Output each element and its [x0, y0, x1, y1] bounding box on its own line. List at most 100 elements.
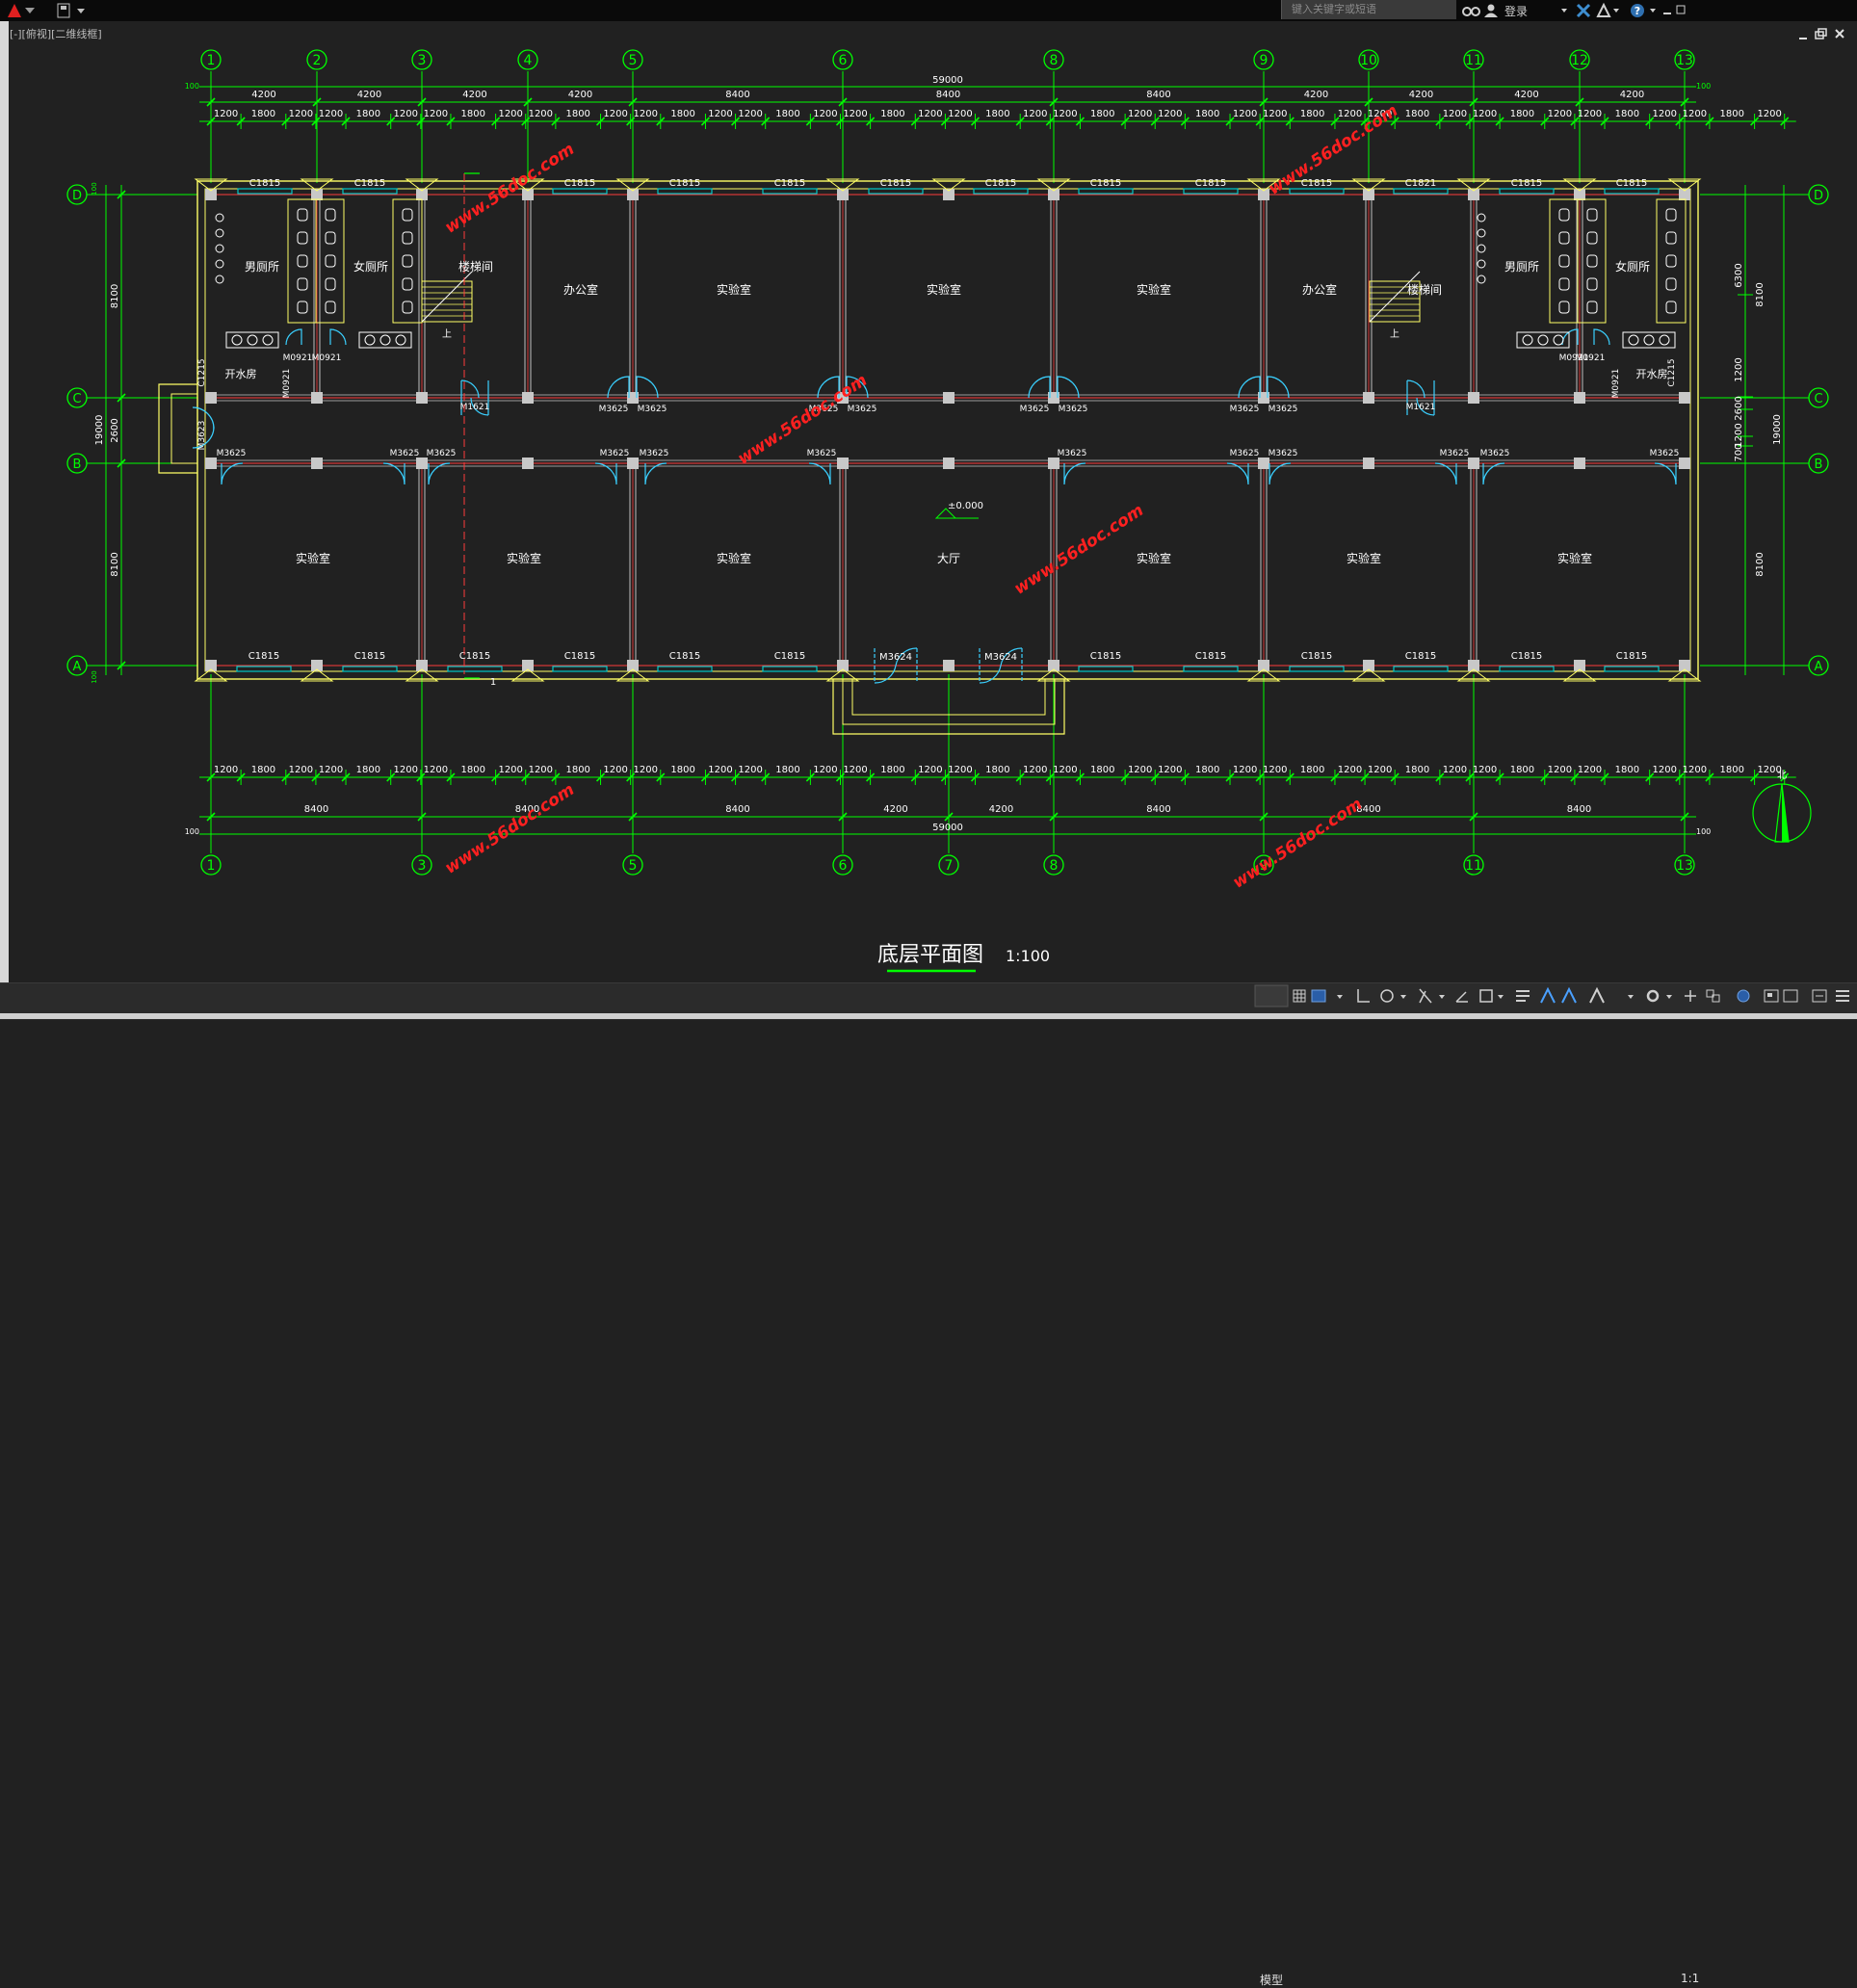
annotation-scale[interactable]: 1:1: [1681, 1972, 1699, 1985]
axis-label-top: 12: [1571, 53, 1588, 68]
isodraft-dropdown-icon[interactable]: [1439, 995, 1445, 999]
room-label: 楼梯间: [458, 259, 493, 274]
sink-icon: [262, 334, 274, 346]
model-tab[interactable]: 模型: [1260, 1972, 1283, 1988]
window-label-side: C1215: [197, 358, 207, 386]
polar-icon[interactable]: [1380, 989, 1394, 1003]
axis-label-top: 2: [313, 53, 322, 68]
object-snap-tracking-icon[interactable]: [1455, 991, 1468, 1003]
dim-text: 1200: [394, 109, 418, 119]
door-label: M0921: [1611, 369, 1621, 399]
dim-text: 1800: [985, 765, 1009, 775]
room-label: 实验室: [296, 551, 330, 565]
hardware-acceleration-icon[interactable]: [1764, 989, 1779, 1003]
fullscreen-icon[interactable]: [1812, 989, 1827, 1003]
clean-screen-icon[interactable]: [1783, 989, 1798, 1003]
dim-text: 1200: [1473, 109, 1497, 119]
room-label: 实验室: [717, 551, 751, 565]
dim-text: 4200: [357, 90, 381, 100]
window-label-bottom: C1815: [1195, 651, 1226, 662]
isolate-objects-icon[interactable]: [1737, 989, 1750, 1003]
column: [205, 392, 217, 404]
window-label-top: C1815: [564, 178, 595, 189]
dim-text: 1200: [1023, 109, 1047, 119]
stair-up-label: 上: [1390, 328, 1399, 340]
dim-text: 4200: [1409, 90, 1433, 100]
window-label-top: C1815: [1511, 178, 1542, 189]
snap-icon[interactable]: [1311, 989, 1326, 1003]
axis-label-top: 9: [1260, 53, 1269, 68]
column: [943, 392, 955, 404]
dim-text: 1800: [1615, 765, 1639, 775]
window-bottom: [1393, 666, 1449, 672]
dim-text: 1200: [1023, 765, 1047, 775]
dim-text: 1200: [498, 765, 522, 775]
grid-icon[interactable]: [1293, 989, 1306, 1003]
workspace-dropdown-icon[interactable]: [1666, 995, 1672, 999]
drawing-canvas[interactable]: 1 2 3 4 5 6 8 9 10 11 12 131 3 5 6 7 8 9 11 13D DC CB BA A 1200…: [0, 0, 1857, 1019]
snap-dropdown-icon[interactable]: [1337, 995, 1343, 999]
dim-text: 1800: [251, 765, 275, 775]
object-snap-dropdown-icon[interactable]: [1498, 995, 1504, 999]
window-label-side: C1215: [1667, 358, 1677, 386]
dim-text: 1200: [843, 109, 867, 119]
polar-dropdown-icon[interactable]: [1400, 995, 1406, 999]
dim-text: 1200: [289, 109, 313, 119]
dim-end-mark: 100: [185, 82, 199, 91]
door-label: M3625: [1440, 449, 1470, 458]
annotation-scale-icon[interactable]: [1589, 986, 1605, 1004]
dim-total-right: 19000: [1772, 414, 1783, 445]
room-label: 实验室: [1137, 551, 1171, 565]
dim-text: 1200: [633, 765, 657, 775]
dim-text: 4200: [1620, 90, 1644, 100]
dim-text: 1200: [708, 109, 732, 119]
dim-text: 1200: [948, 109, 972, 119]
customization-menu-icon[interactable]: [1836, 990, 1849, 1002]
dim-text: 1200: [529, 109, 553, 119]
room-label: 实验室: [1347, 551, 1381, 565]
axis-label-right: B: [1815, 458, 1823, 472]
toilet-icon: [1558, 254, 1570, 268]
dim-text: 4200: [1304, 90, 1328, 100]
dim-end-mark: 100: [1696, 827, 1711, 836]
dim-text: 1800: [985, 109, 1009, 119]
dim-text: 1800: [1300, 109, 1324, 119]
toilet-icon: [402, 231, 413, 245]
window-top: [1078, 188, 1134, 195]
sink-icon: [1643, 334, 1655, 346]
dim-text: 1200: [1263, 109, 1287, 119]
dim-text: 1200: [708, 765, 732, 775]
watermark: www.56doc.com: [1229, 795, 1366, 893]
workspace-gear-icon[interactable]: [1646, 989, 1660, 1003]
door-label: M3625: [427, 449, 457, 458]
column: [1679, 458, 1690, 469]
dim-text: 1200: [1053, 109, 1077, 119]
dim-text: 1800: [565, 109, 589, 119]
window-bottom: [1499, 666, 1555, 672]
auto-scale-icon[interactable]: [1561, 986, 1577, 1004]
dim-total-left: 19000: [94, 415, 105, 446]
dim-text: 1200: [214, 109, 238, 119]
toilet-icon: [297, 277, 308, 291]
dim-text: 1800: [1090, 109, 1114, 119]
scale-dropdown-icon[interactable]: [1628, 995, 1634, 999]
window-label-top: C1821: [1405, 178, 1436, 189]
ortho-icon[interactable]: [1357, 989, 1370, 1003]
door-label: M3625: [600, 449, 630, 458]
side-entrance: [170, 393, 197, 464]
door-label: M3625: [848, 405, 877, 414]
door-label: M3625: [1020, 405, 1050, 414]
dim-text: 1200: [424, 109, 448, 119]
lineweight-icon[interactable]: [1516, 990, 1530, 1002]
plus-icon[interactable]: [1685, 990, 1696, 1002]
isodraft-icon[interactable]: [1419, 988, 1432, 1004]
window-top: [1499, 188, 1555, 195]
room-label: 办公室: [1302, 282, 1337, 297]
object-snap-icon[interactable]: [1479, 989, 1493, 1003]
annotation-visibility-icon[interactable]: [1540, 986, 1556, 1004]
sink-icon: [247, 334, 258, 346]
toilet-icon: [1665, 208, 1677, 222]
dim-text: 1200: [918, 109, 942, 119]
units-icon[interactable]: [1706, 989, 1720, 1003]
room-label: 实验室: [1137, 282, 1171, 297]
